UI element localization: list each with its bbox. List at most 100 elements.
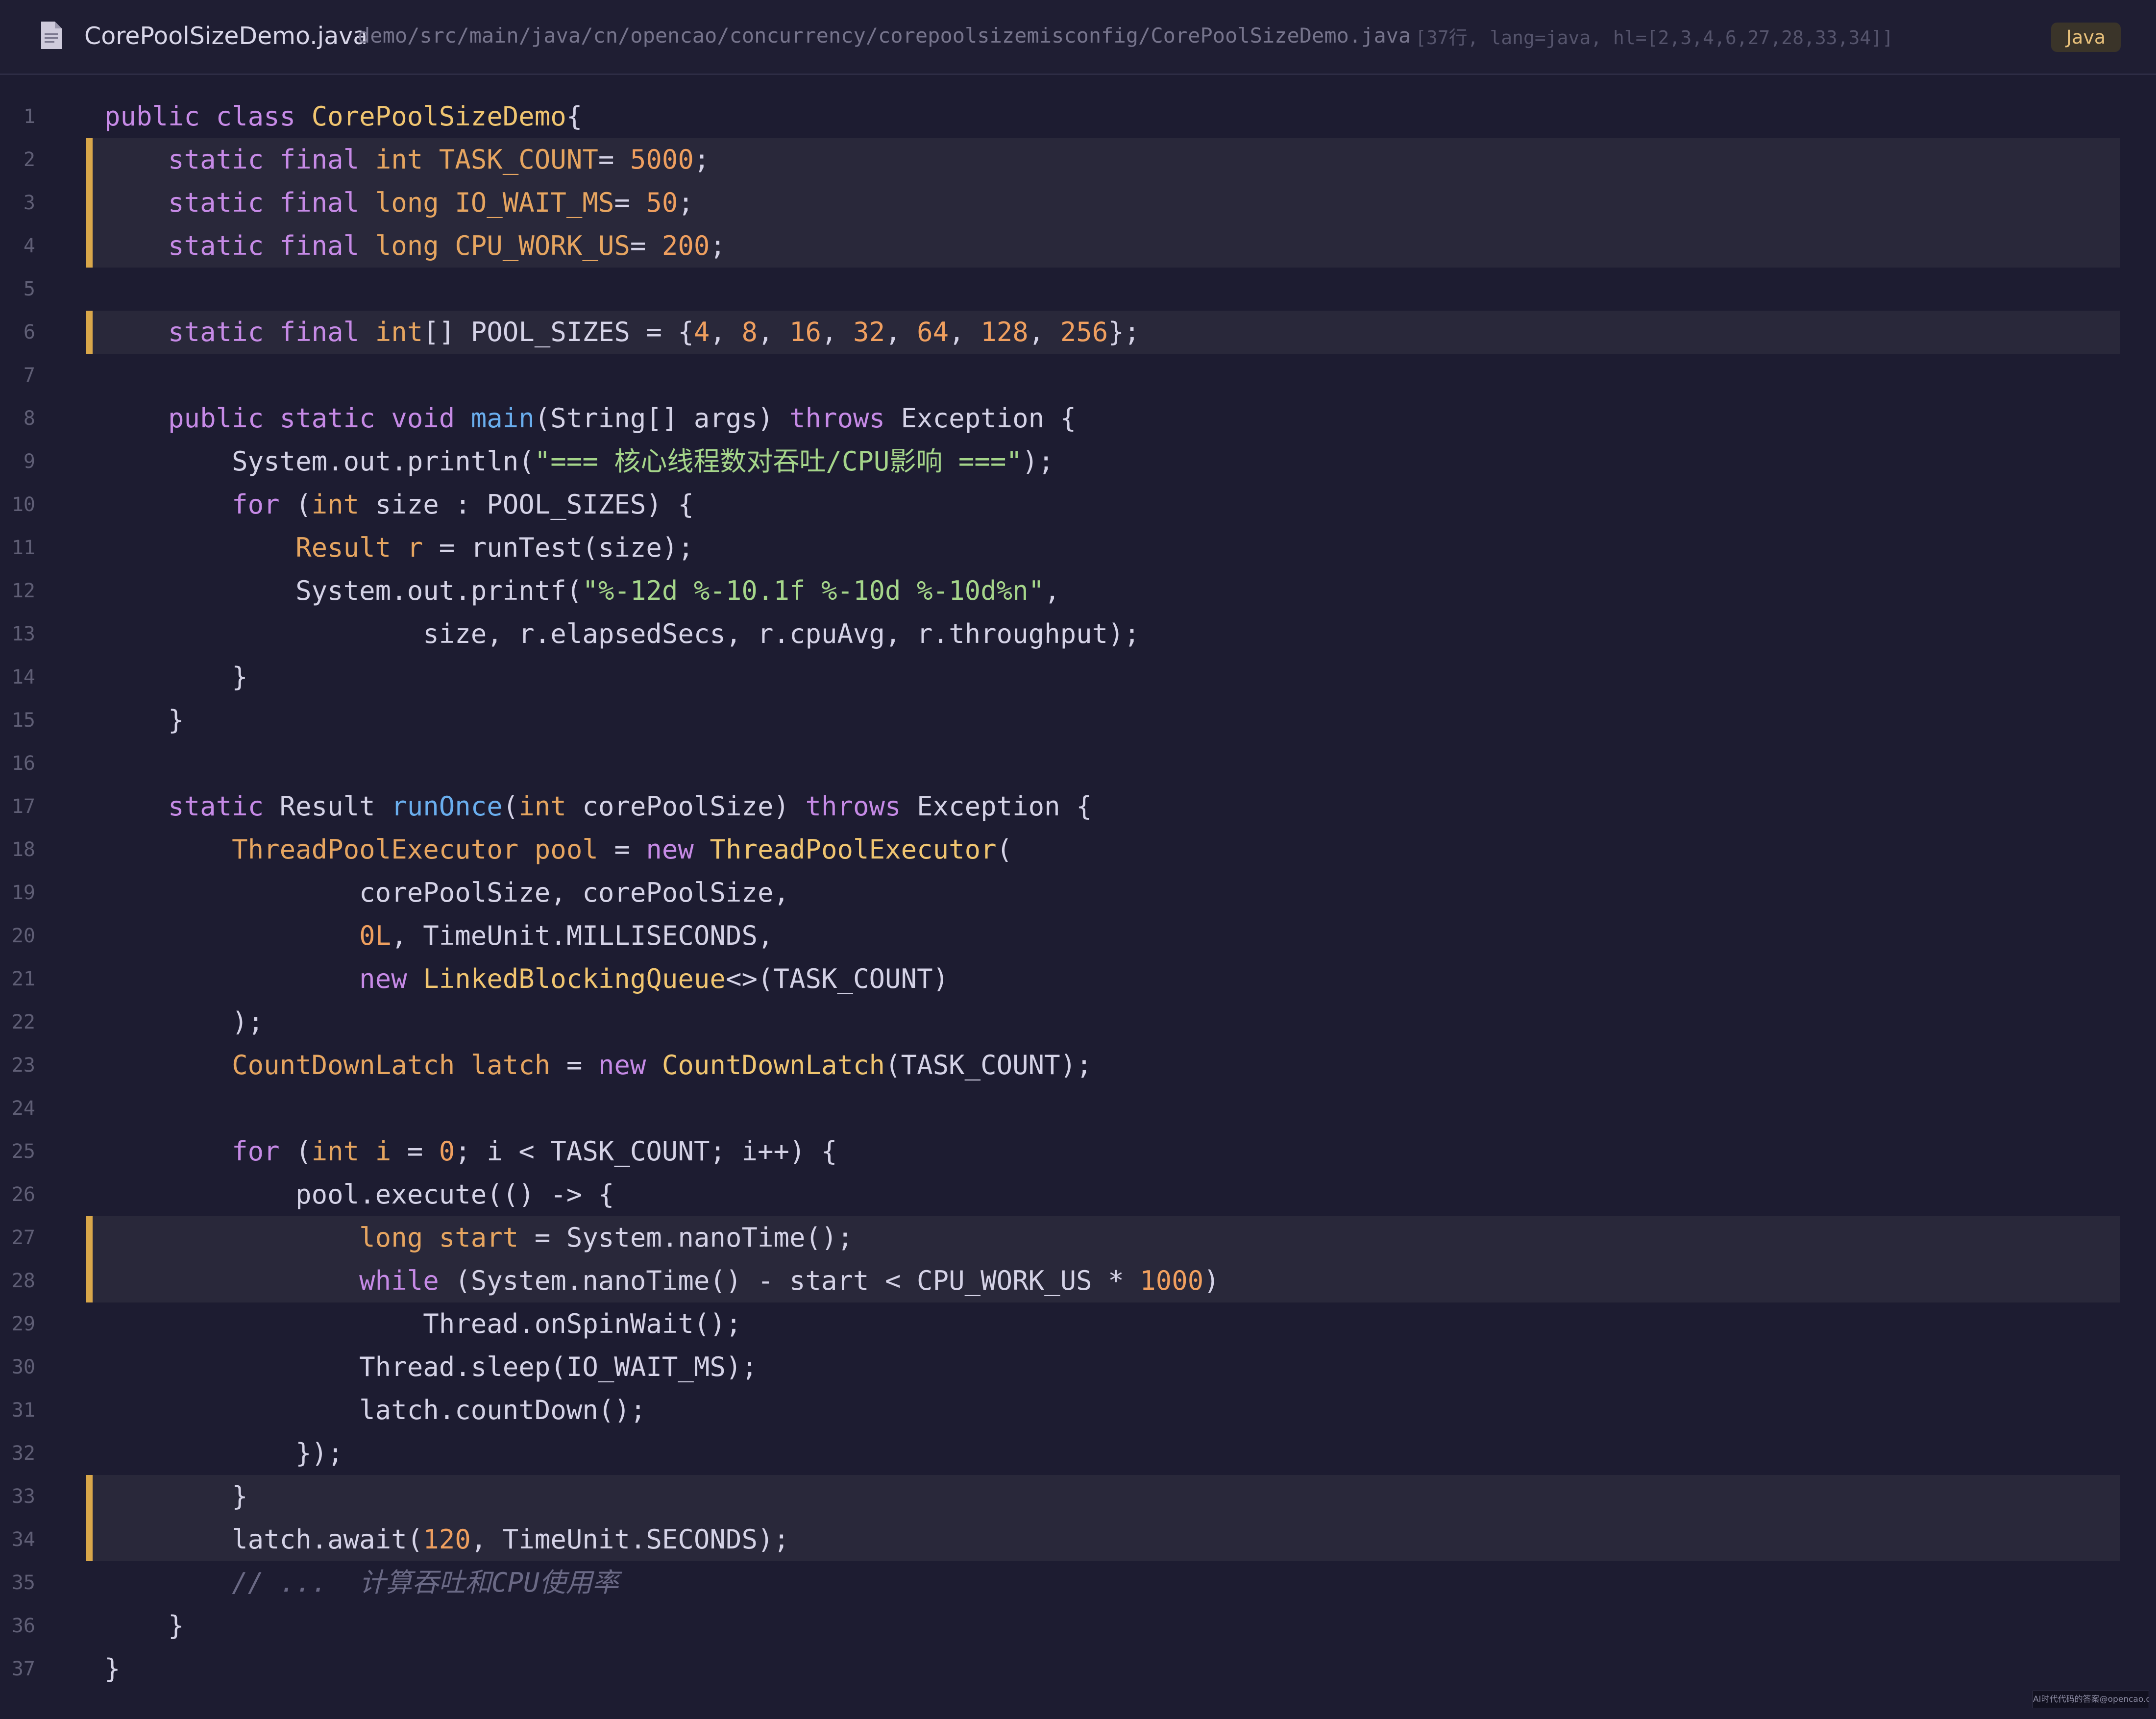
code-text: public class CorePoolSizeDemo{ <box>104 95 582 138</box>
code-text: System.out.printf("%-12d %-10.1f %-10d %… <box>104 569 1060 613</box>
code-token: main <box>470 403 535 434</box>
code-token: ; <box>678 187 694 218</box>
code-line: 23 CountDownLatch latch = new CountDownL… <box>0 1044 2156 1087</box>
code-line: 13 size, r.elapsedSecs, r.cpuAvg, r.thro… <box>0 613 2156 656</box>
code-token: 50 <box>646 187 678 218</box>
code-text: long start = System.nanoTime(); <box>104 1216 853 1259</box>
code-line: 9 System.out.println("=== 核心线程数对吞吐/CPU影响… <box>0 440 2156 483</box>
code-token: int <box>518 791 583 822</box>
line-number: 9 <box>23 450 35 473</box>
code-token: int <box>311 1136 375 1167</box>
code-token: static final <box>104 230 375 261</box>
code-token: 1000 <box>1140 1265 1204 1296</box>
line-number: 12 <box>11 580 35 602</box>
code-text: for (int i = 0; i < TASK_COUNT; i++) { <box>104 1130 837 1173</box>
code-text: Thread.onSpinWait(); <box>104 1302 741 1346</box>
code-line: 37} <box>0 1647 2156 1691</box>
code-token: int <box>311 489 375 520</box>
code-line: 32 }); <box>0 1432 2156 1475</box>
code-token: Thread.sleep(IO_WAIT_MS); <box>104 1351 758 1382</box>
code-token: ( <box>996 834 1013 865</box>
line-number: 19 <box>11 882 35 904</box>
line-number: 4 <box>23 235 35 257</box>
code-token: TASK_COUNT <box>439 144 598 175</box>
code-token: Result <box>279 791 392 822</box>
language-badge: Java <box>2051 23 2121 52</box>
code-token: ; <box>710 230 726 261</box>
code-token: ( <box>295 1136 312 1167</box>
code-line: 14 } <box>0 656 2156 699</box>
line-number: 31 <box>11 1399 35 1422</box>
line-number: 36 <box>11 1615 35 1637</box>
code-view[interactable]: 1 public class CorePoolSizeDemo{2 static … <box>0 95 2156 1691</box>
line-number: 6 <box>23 321 35 344</box>
code-token: CountDownLatch <box>662 1050 885 1081</box>
line-number: 32 <box>11 1442 35 1465</box>
code-token: r <box>407 532 439 563</box>
code-text: CountDownLatch latch = new CountDownLatc… <box>104 1044 1092 1087</box>
code-token: = runTest(size); <box>439 532 694 563</box>
code-token: } <box>104 705 184 736</box>
line-number: 17 <box>11 795 35 818</box>
code-line: 30 Thread.sleep(IO_WAIT_MS); <box>0 1346 2156 1389</box>
code-line-highlighted: 33 } <box>0 1475 2156 1518</box>
line-number: 34 <box>11 1528 35 1551</box>
code-text: latch.countDown(); <box>104 1389 646 1432</box>
line-number: 20 <box>11 925 35 947</box>
line-number: 16 <box>11 752 35 775</box>
code-token: latch.await( <box>104 1524 423 1555</box>
code-token: 64 <box>917 317 949 347</box>
code-text: latch.await(120, TimeUnit.SECONDS); <box>104 1518 789 1561</box>
code-line: 17 static Result runOnce(int corePoolSiz… <box>0 785 2156 828</box>
line-number: 14 <box>11 666 35 688</box>
code-text: ThreadPoolExecutor pool = new ThreadPool… <box>104 828 1012 871</box>
code-token: for <box>104 1136 296 1167</box>
code-token: }); <box>104 1438 343 1469</box>
code-token: CorePoolSizeDemo <box>311 101 566 132</box>
code-token: public class <box>104 101 312 132</box>
code-text: size, r.elapsedSecs, r.cpuAvg, r.through… <box>104 613 1140 656</box>
code-line: 31 latch.countDown(); <box>0 1389 2156 1432</box>
code-token: long <box>104 1222 439 1253</box>
code-token: pool <box>534 834 614 865</box>
code-token: new <box>104 963 423 994</box>
code-line-highlighted: 3 static final long IO_WAIT_MS= 50; <box>0 181 2156 224</box>
code-token: new <box>598 1050 662 1081</box>
code-token: ( <box>295 489 312 520</box>
code-line: 8 public static void main(String[] args)… <box>0 397 2156 440</box>
code-token: = <box>598 144 630 175</box>
code-token: Exception { <box>917 791 1092 822</box>
code-token: long <box>375 187 455 218</box>
line-number: 22 <box>11 1011 35 1033</box>
code-token: ThreadPoolExecutor <box>104 834 535 865</box>
code-token: } <box>104 1610 184 1641</box>
code-token: ( <box>502 791 519 822</box>
code-text: }); <box>104 1432 343 1475</box>
code-line: 21 new LinkedBlockingQueue<>(TASK_COUNT) <box>0 958 2156 1001</box>
code-token: 256 <box>1060 317 1108 347</box>
code-token: System.out.printf( <box>104 575 583 606</box>
code-token: Exception { <box>901 403 1077 434</box>
code-token: 16 <box>789 317 822 347</box>
code-token: start <box>439 1222 535 1253</box>
code-text: } <box>104 1604 184 1647</box>
code-text: } <box>104 699 184 742</box>
line-number: 25 <box>11 1140 35 1163</box>
line-number: 3 <box>23 192 35 214</box>
code-token: Thread.onSpinWait(); <box>104 1308 742 1339</box>
line-number: 28 <box>11 1270 35 1292</box>
line-number: 7 <box>23 364 35 387</box>
code-text: pool.execute(() -> { <box>104 1173 614 1216</box>
code-line: 1 public class CorePoolSizeDemo{ <box>0 95 2156 138</box>
code-token: , <box>949 317 981 347</box>
code-token: throws <box>805 791 917 822</box>
code-token: , <box>757 317 790 347</box>
code-line: 16 <box>0 742 2156 785</box>
editor-header: CorePoolSizeDemo.java demo/src/main/java… <box>0 0 2156 75</box>
code-token: 5000 <box>630 144 694 175</box>
code-token: latch.countDown(); <box>104 1395 646 1425</box>
code-token: corePoolSize, corePoolSize, <box>104 877 789 908</box>
code-token: "%-12d %-10.1f %-10d %-10d%n" <box>582 575 1045 606</box>
code-line: 10 for (int size : POOL_SIZES) { <box>0 483 2156 526</box>
code-text: } <box>104 1647 121 1691</box>
